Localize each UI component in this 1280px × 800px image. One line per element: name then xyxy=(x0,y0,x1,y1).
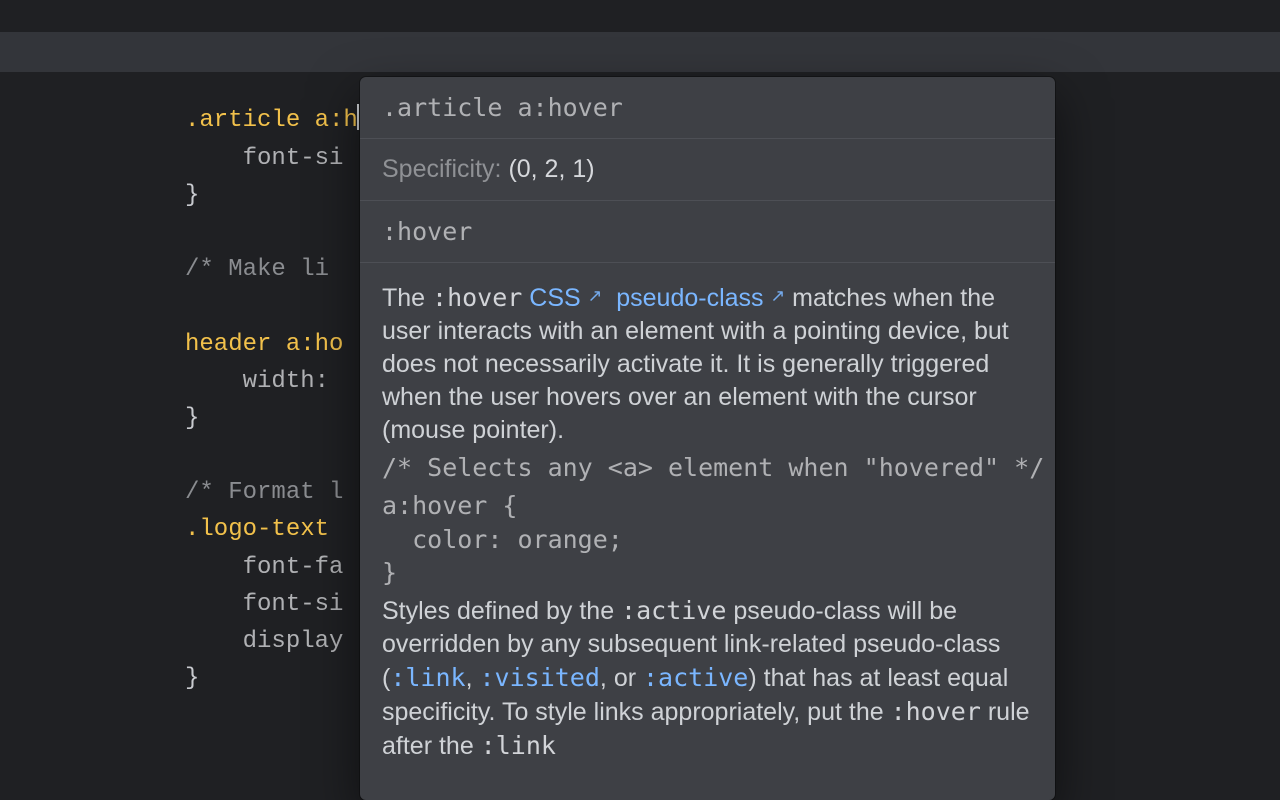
hover-code: :hover xyxy=(891,697,981,726)
css-selector: header a:ho xyxy=(185,331,343,358)
doc-example-code: a:hover { color: orange; } xyxy=(382,489,1033,590)
css-property: width: xyxy=(185,368,343,395)
css-property: font-si xyxy=(185,145,343,172)
active-code: :active xyxy=(621,596,726,625)
doc-text: Styles defined by the xyxy=(382,597,621,625)
css-doc-link[interactable]: CSS ↗ xyxy=(529,284,602,312)
doc-text: , or xyxy=(600,664,643,692)
css-brace: } xyxy=(185,665,199,692)
css-comment: /* Format l xyxy=(185,479,343,506)
css-class-selector: .logo-text xyxy=(185,516,329,543)
pseudo-class-doc-link[interactable]: pseudo-class ↗ xyxy=(616,284,785,312)
specificity-value: (0, 2, 1) xyxy=(508,155,594,183)
hover-documentation-popup[interactable]: .article a:hover Specificity: (0, 2, 1) … xyxy=(360,77,1055,800)
visited-pseudo-ref: :visited xyxy=(480,663,600,692)
hover-code: :hover xyxy=(432,283,522,312)
doc-text: The xyxy=(382,284,432,312)
css-class-selector: .article xyxy=(185,107,300,134)
link-code: :link xyxy=(481,731,556,760)
doc-paragraph-2: Styles defined by the :active pseudo-cla… xyxy=(382,594,1033,763)
popup-specificity-row: Specificity: (0, 2, 1) xyxy=(360,139,1055,201)
css-comment: /* Make li xyxy=(185,256,343,283)
doc-example-comment: /* Selects any <a> element when "hovered… xyxy=(382,451,1033,485)
external-link-icon: ↗ xyxy=(771,285,786,308)
popup-doc-body[interactable]: The :hover CSS ↗ pseudo-class ↗ matches … xyxy=(360,263,1055,789)
doc-paragraph-1: The :hover CSS ↗ pseudo-class ↗ matches … xyxy=(382,281,1033,447)
css-property: display xyxy=(185,628,343,655)
doc-text: , xyxy=(466,664,480,692)
active-pseudo-ref: :active xyxy=(643,663,748,692)
link-pseudo-ref: :link xyxy=(390,663,465,692)
css-property: font-fa xyxy=(185,554,343,581)
specificity-label: Specificity: xyxy=(382,155,508,183)
css-property: font-si xyxy=(185,591,343,618)
css-brace: } xyxy=(185,405,199,432)
popup-symbol-row: :hover xyxy=(360,201,1055,263)
css-pseudo-selector: :h xyxy=(329,107,358,134)
css-tag-selector: a xyxy=(315,107,329,134)
popup-selector-echo: .article a:hover xyxy=(360,77,1055,139)
external-link-icon: ↗ xyxy=(588,285,603,308)
css-brace: } xyxy=(185,182,199,209)
